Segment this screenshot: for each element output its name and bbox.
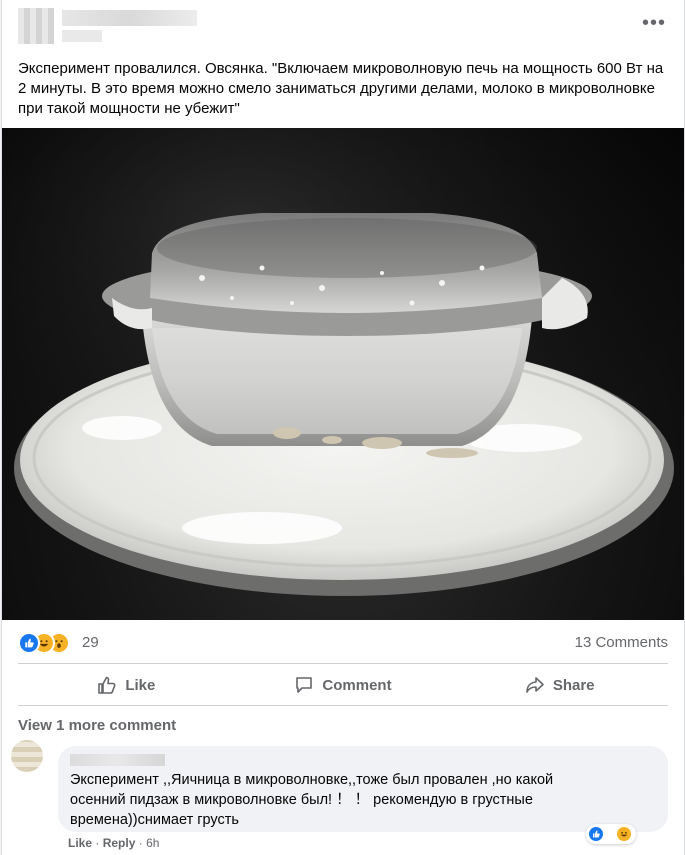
view-more-comments-link[interactable]: View 1 more comment [18, 717, 176, 734]
post-text: Эксперимент провалился. Овсянка. "Включа… [18, 60, 664, 117]
comment-button-label: Comment [322, 676, 392, 694]
post-card: ••• Эксперимент провалился. Овсянка. "Вк… [1, 0, 685, 855]
like-icon [18, 632, 40, 654]
comment-icon [296, 677, 313, 693]
like-button-label: Like [125, 676, 156, 694]
reaction-icons [18, 632, 78, 654]
comment-like-link[interactable]: Like [68, 836, 92, 850]
share-button-label: Share [552, 676, 595, 694]
comment-bubble: Эксперимент ,,Яичница в микроволновке,,т… [58, 746, 668, 844]
divider [18, 663, 668, 664]
reactions-count[interactable]: 29 [82, 634, 99, 651]
share-icon [526, 677, 544, 693]
microwave-oatmeal-image [2, 128, 684, 620]
more-options-icon[interactable]: ••• [642, 13, 666, 33]
meta-separator: · [95, 836, 100, 850]
reactions-summary[interactable]: 29 13 Comments [18, 632, 668, 654]
comments-count[interactable]: 13 Comments [575, 634, 668, 651]
like-button[interactable]: Like [18, 668, 235, 702]
author-avatar[interactable] [18, 8, 54, 44]
comment-text: Эксперимент ,,Яичница в микроволновке,,т… [70, 772, 554, 828]
commenter-avatar[interactable] [11, 740, 43, 772]
post-actions: Like Comment Share [18, 668, 668, 702]
meta-separator: · [138, 836, 143, 850]
comment-meta: Like · Reply · 6h [68, 836, 159, 850]
comment-reactions[interactable]: 2 [585, 824, 636, 844]
commenter-name-redacted[interactable] [70, 754, 165, 766]
comment-button[interactable]: Comment [235, 668, 452, 702]
post-meta-redacted [62, 30, 102, 42]
comment-reply-link[interactable]: Reply [103, 836, 136, 850]
like-icon [587, 826, 604, 842]
thumbs-up-icon [98, 676, 116, 694]
share-button[interactable]: Share [451, 668, 668, 702]
divider [18, 705, 668, 706]
comment-time[interactable]: 6h [146, 836, 159, 850]
author-name-redacted[interactable] [62, 10, 197, 26]
haha-icon [615, 826, 632, 842]
post-photo[interactable] [2, 128, 684, 620]
